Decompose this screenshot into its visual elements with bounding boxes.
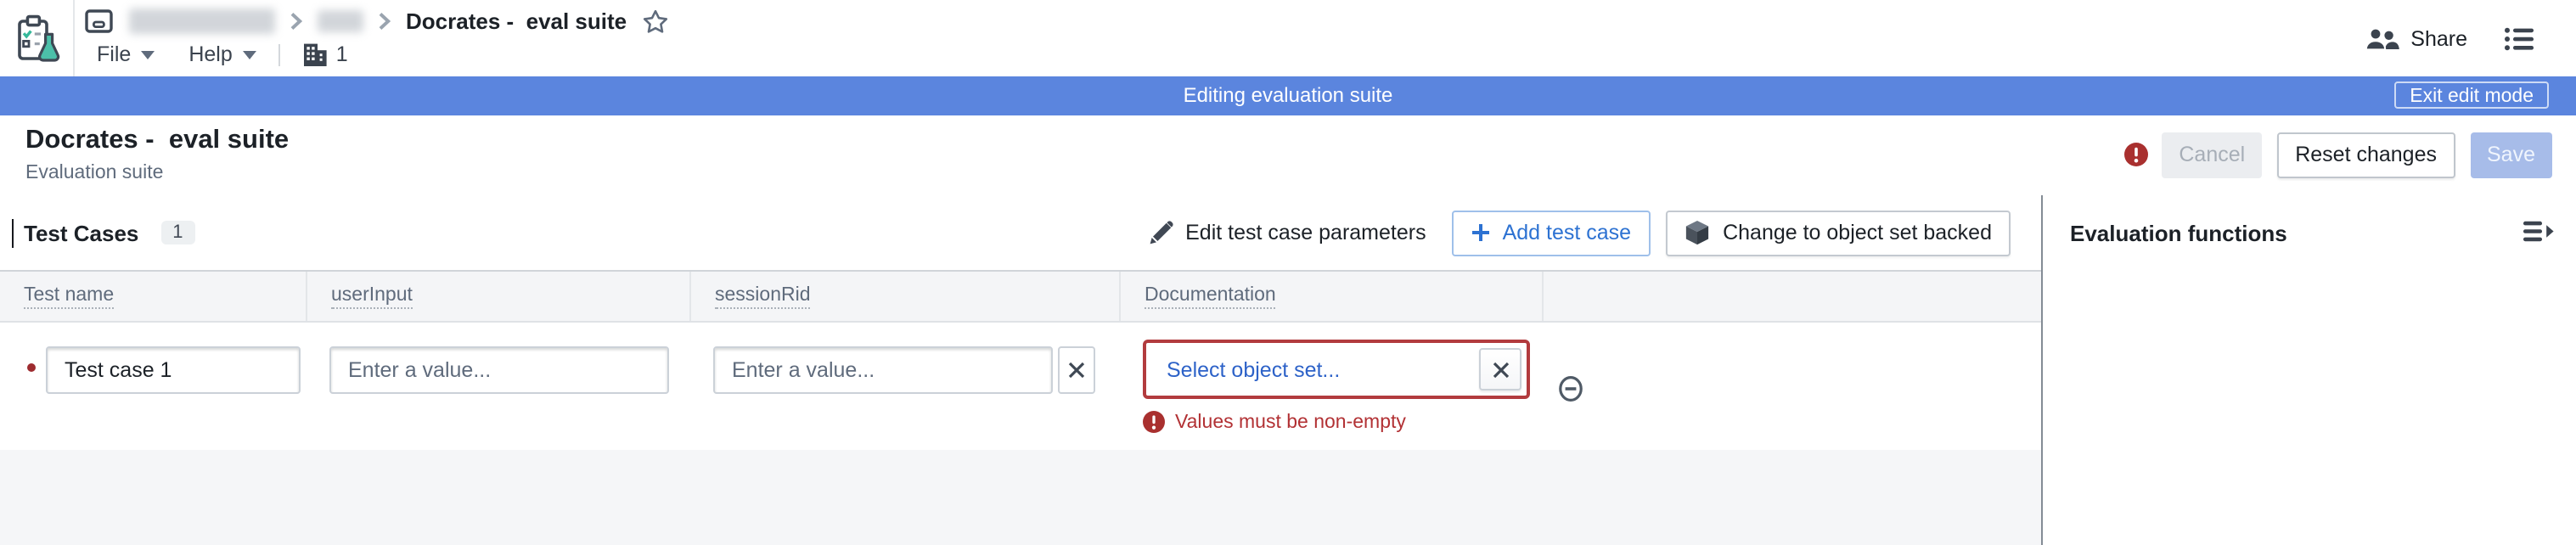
building-icon — [303, 43, 327, 66]
page-header: Docrates - eval suite Evaluation suite C… — [0, 115, 2576, 197]
error-icon — [1143, 411, 1165, 433]
text-cursor — [12, 219, 14, 248]
file-menu[interactable]: File — [97, 42, 155, 66]
menu-open-icon — [2523, 221, 2554, 242]
favorite-star-icon[interactable] — [642, 8, 669, 34]
evaluation-functions-title: Evaluation functions — [2070, 220, 2287, 245]
breadcrumb-item-redacted[interactable] — [129, 8, 275, 34]
breadcrumb-item-redacted[interactable] — [318, 10, 363, 32]
evaluation-suite-app-icon — [18, 14, 60, 62]
page-title: Docrates - eval suite — [25, 126, 290, 155]
caret-down-icon — [242, 50, 256, 59]
userinput-input[interactable] — [329, 346, 669, 394]
branch-count: 1 — [335, 42, 348, 66]
chevron-right-icon — [290, 12, 302, 31]
column-header-test-name: Test name — [0, 272, 307, 321]
panel-collapse-button[interactable] — [2523, 221, 2554, 248]
topbar-right-actions: Share — [2365, 0, 2534, 76]
caret-down-icon — [141, 50, 155, 59]
validation-error-text: Values must be non-empty — [1175, 412, 1406, 432]
error-icon — [2123, 143, 2148, 166]
test-case-table-header: Test name userInput sessionRid Documenta… — [0, 270, 2041, 323]
column-header-documentation: Documentation — [1121, 272, 1544, 321]
header-actions: Cancel Reset changes Save — [2123, 115, 2552, 194]
clear-object-set-button[interactable] — [1479, 348, 1521, 390]
select-object-set-link[interactable]: Select object set... — [1146, 357, 1479, 381]
share-label: Share — [2410, 26, 2467, 50]
reset-changes-button[interactable]: Reset changes — [2276, 132, 2455, 177]
edit-test-case-parameters-label: Edit test case parameters — [1185, 221, 1426, 244]
remove-test-case-button[interactable] — [1557, 375, 1584, 402]
branch-indicator[interactable]: 1 — [302, 42, 348, 66]
unsaved-change-dot — [27, 363, 36, 372]
change-to-object-set-backed-label: Change to object set backed — [1723, 221, 1992, 244]
properties-list-icon[interactable] — [2505, 26, 2534, 50]
test-name-input[interactable] — [46, 346, 301, 394]
edit-test-case-parameters-button[interactable]: Edit test case parameters — [1139, 210, 1436, 256]
project-box-icon — [85, 9, 113, 33]
column-header-sessionrid: sessionRid — [691, 272, 1121, 321]
exit-edit-mode-button[interactable]: Exit edit mode — [2394, 81, 2549, 109]
validation-error: Values must be non-empty — [1143, 411, 1406, 433]
change-to-object-set-backed-button[interactable]: Change to object set backed — [1665, 210, 2011, 256]
pencil-icon — [1150, 221, 1173, 244]
minus-circle-icon — [1559, 376, 1583, 402]
x-icon — [1492, 361, 1509, 378]
edit-mode-banner: Editing evaluation suite Exit edit mode — [0, 76, 2576, 115]
menu-bar: File Help 1 — [97, 36, 348, 73]
help-menu[interactable]: Help — [188, 42, 256, 66]
app-logo-plate — [0, 0, 75, 76]
breadcrumb-current-title[interactable]: Docrates - eval suite — [406, 8, 627, 34]
top-bar: Docrates - eval suite File Help 1 Share — [0, 0, 2576, 76]
add-test-case-label: Add test case — [1502, 221, 1632, 244]
add-test-case-button[interactable]: Add test case — [1451, 210, 1651, 256]
chevron-right-icon — [379, 12, 391, 31]
plus-icon — [1471, 224, 1489, 241]
cancel-button[interactable]: Cancel — [2162, 132, 2263, 177]
evaluation-suite-editor: Docrates - eval suite File Help 1 Share … — [0, 0, 2576, 545]
clear-sessionrid-button[interactable] — [1058, 346, 1095, 394]
test-case-row: Select object set... Values must be non-… — [0, 323, 2041, 452]
evaluation-functions-panel: Evaluation functions — [2041, 195, 2576, 545]
cube-icon — [1685, 220, 1708, 245]
section-title-group: Test Cases 1 — [24, 195, 195, 270]
column-header-empty — [1544, 272, 2041, 321]
column-header-userinput: userInput — [307, 272, 691, 321]
x-icon — [1068, 362, 1085, 379]
menu-divider — [278, 43, 280, 65]
share-people-icon — [2365, 26, 2399, 50]
save-button[interactable]: Save — [2470, 132, 2552, 177]
table-background — [0, 450, 2041, 545]
sessionrid-input[interactable] — [713, 346, 1053, 394]
page-subtitle: Evaluation suite — [25, 163, 164, 183]
section-title: Test Cases — [24, 220, 139, 245]
test-cases-toolbar: Test Cases 1 Edit test case parameters A… — [0, 195, 2041, 270]
documentation-object-set-field: Select object set... — [1143, 340, 1530, 399]
edit-mode-message: Editing evaluation suite — [1183, 83, 1393, 107]
share-button[interactable]: Share — [2365, 26, 2467, 50]
test-case-count-badge: 1 — [160, 221, 195, 244]
toolbar-actions: Edit test case parameters Add test case … — [1139, 195, 2011, 270]
